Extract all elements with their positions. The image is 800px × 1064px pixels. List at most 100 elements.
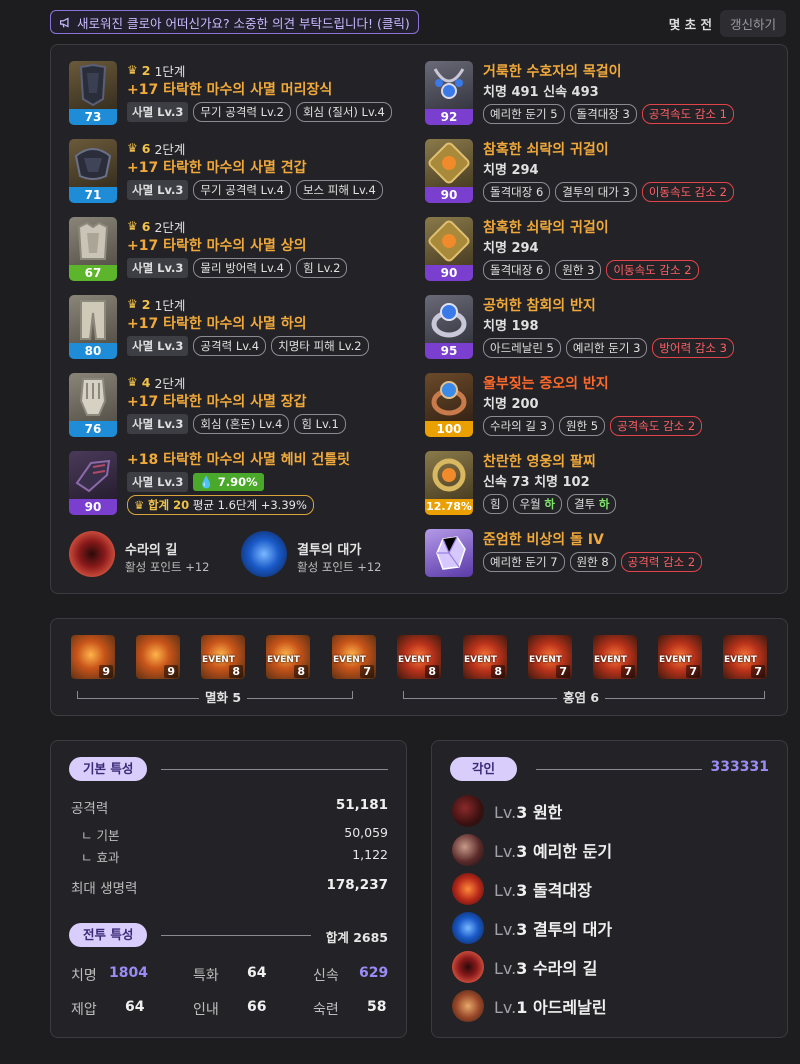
engraving-lv-prefix: Lv. <box>494 803 517 822</box>
stat-label: 숙련 <box>313 1002 339 1018</box>
item-name: 준엄한 비상의 돌 IV <box>483 532 604 548</box>
gem-slot[interactable]: EVENT 7 <box>593 635 637 679</box>
gem-slot[interactable]: EVENT 8 <box>201 635 245 679</box>
item-name: 공허한 참회의 반지 <box>483 298 596 314</box>
gem-level: 8 <box>294 665 308 678</box>
gem-slot[interactable]: EVENT 8 <box>397 635 441 679</box>
effect-tag: 돌격대장 6 <box>483 182 551 202</box>
stat-value: 58 <box>367 999 387 1015</box>
tier-count: 6 <box>141 218 151 234</box>
effect-tag: 원한 3 <box>555 260 602 280</box>
engraving-row[interactable]: Lv.3 수라의 길 <box>452 951 597 983</box>
stat-label: 특화 <box>193 968 219 984</box>
quality-badge: 90 <box>425 187 473 203</box>
quality-badge: 76 <box>69 421 117 437</box>
effect-tag: 돌격대장 6 <box>483 260 551 280</box>
set-tag: 사멸 Lv.3 <box>127 336 189 356</box>
tier-label: 2단계 <box>154 375 186 391</box>
crown-icon: ♛ <box>127 375 138 389</box>
quality-badge: 90 <box>69 499 117 515</box>
divider <box>536 769 702 770</box>
quality-badge: 80 <box>69 343 117 359</box>
gem-slot[interactable]: EVENT 7 <box>723 635 767 679</box>
gem-level: 7 <box>621 665 635 678</box>
effect-tag: 결투 하 <box>567 494 617 514</box>
gem-level: 8 <box>425 665 439 678</box>
bonus-value: 7.90% <box>217 475 258 489</box>
effect-tag: 수라의 길 3 <box>483 416 554 436</box>
engraving-lv-prefix: Lv. <box>494 842 517 861</box>
engraving-level: 3 <box>516 803 528 822</box>
item-stats: 치명 198 <box>483 319 539 334</box>
gem-slot[interactable]: EVENT 7 <box>658 635 702 679</box>
effect-tag: 치명타 피해 Lv.2 <box>271 336 369 356</box>
engraving-text: Lv.3 돌격대장 <box>494 877 592 901</box>
effect-tag: 결투의 대가 3 <box>555 182 637 202</box>
hp-row: 최대 생명력 178,237 <box>71 877 388 897</box>
quality-badge: 92 <box>425 109 473 125</box>
item-name: 찬란한 영웅의 팔찌 <box>483 454 596 470</box>
item-stats: 치명 294 <box>483 163 539 178</box>
gem-slot[interactable]: EVENT 7 <box>528 635 572 679</box>
master-brawler-icon <box>452 912 484 944</box>
gem-slot[interactable]: 9 <box>71 635 115 679</box>
blue-duel-icon <box>241 531 287 577</box>
engraving-level: 1 <box>516 998 528 1017</box>
stat-label: 치명 <box>71 968 97 984</box>
divider <box>161 769 388 770</box>
set-tag: 사멸 Lv.3 <box>127 102 189 122</box>
effect-tag: 예리한 둔기 7 <box>483 552 565 572</box>
engraving-row[interactable]: Lv.3 예리한 둔기 <box>452 834 612 866</box>
item-name: +17 타락한 마수의 사멸 머리장식 <box>127 82 333 98</box>
feedback-banner[interactable]: 새로워진 클로아 어떠신가요? 소중한 의견 부탁드립니다! (클릭) <box>50 10 419 34</box>
stat-value: 51,181 <box>335 797 388 813</box>
engraving-row[interactable]: Lv.1 아드레날린 <box>452 990 607 1022</box>
necklace-icon: 92 <box>425 61 473 125</box>
item-name: +17 타락한 마수의 사멸 하의 <box>127 316 307 332</box>
gem-slot[interactable]: EVENT 8 <box>266 635 310 679</box>
grade-label: 하 <box>544 497 556 511</box>
effect-tag: 물리 방어력 Lv.4 <box>193 258 291 278</box>
event-label: EVENT <box>333 655 366 665</box>
engravings-panel: 각인 333331 Lv.3 원한 Lv.3 예리한 둔기 Lv.3 돌격대장 Lv.… <box>431 740 788 1038</box>
engraving-text: Lv.3 수라의 길 <box>494 955 597 979</box>
engraving-row[interactable]: Lv.3 원한 <box>452 795 562 827</box>
tier-label: 1단계 <box>154 63 186 79</box>
raid-captain-icon <box>452 873 484 905</box>
gem-slot[interactable]: 9 <box>136 635 180 679</box>
quality-badge: 90 <box>425 265 473 281</box>
quality-badge: 100 <box>425 421 473 437</box>
event-label: EVENT <box>594 655 627 665</box>
ability-stone-icon <box>425 529 473 577</box>
divider <box>161 935 311 936</box>
quality-badge: 95 <box>425 343 473 359</box>
item-name: 참혹한 쇠락의 귀걸이 <box>483 142 609 158</box>
crimson-swirl-icon <box>69 531 115 577</box>
engraving-row[interactable]: Lv.3 결투의 대가 <box>452 912 612 944</box>
attack-base-row: ㄴ 기본 50,059 <box>81 825 388 844</box>
item-stats: 치명 294 <box>483 241 539 256</box>
effect-tag: 원한 8 <box>569 552 616 572</box>
event-label: EVENT <box>398 655 431 665</box>
item-stats: 신속 73 치명 102 <box>483 475 590 490</box>
engraving-name: 원한 <box>532 803 563 822</box>
event-label: EVENT <box>267 655 300 665</box>
tier-sum-tag: ♛ 합계 20 평균 1.6단계 +3.39% <box>127 495 314 515</box>
crown-icon: ♛ <box>127 63 138 77</box>
gem-level: 7 <box>556 665 570 678</box>
effect-label: 우월 <box>519 497 541 511</box>
effect-tag: 힘 Lv.2 <box>295 258 348 278</box>
tier-label: 2단계 <box>154 141 186 157</box>
penalty-tag: 이동속도 감소 2 <box>606 260 699 280</box>
gem-slot[interactable]: EVENT 7 <box>332 635 376 679</box>
tier-label: 2단계 <box>154 219 186 235</box>
engraving-row[interactable]: Lv.3 돌격대장 <box>452 873 592 905</box>
penalty-tag: 공격속도 감소 1 <box>641 104 734 124</box>
gem-slot[interactable]: EVENT 8 <box>463 635 507 679</box>
weapon-gauntlet-icon: 90 <box>69 451 117 515</box>
stat-value: 629 <box>359 965 389 981</box>
combat-stats-pill: 전투 특성 <box>69 923 148 947</box>
refresh-button[interactable]: 갱신하기 <box>719 10 786 37</box>
effect-tag: 힘 Lv.1 <box>294 414 346 434</box>
set-tag: 사멸 Lv.3 <box>127 472 189 492</box>
